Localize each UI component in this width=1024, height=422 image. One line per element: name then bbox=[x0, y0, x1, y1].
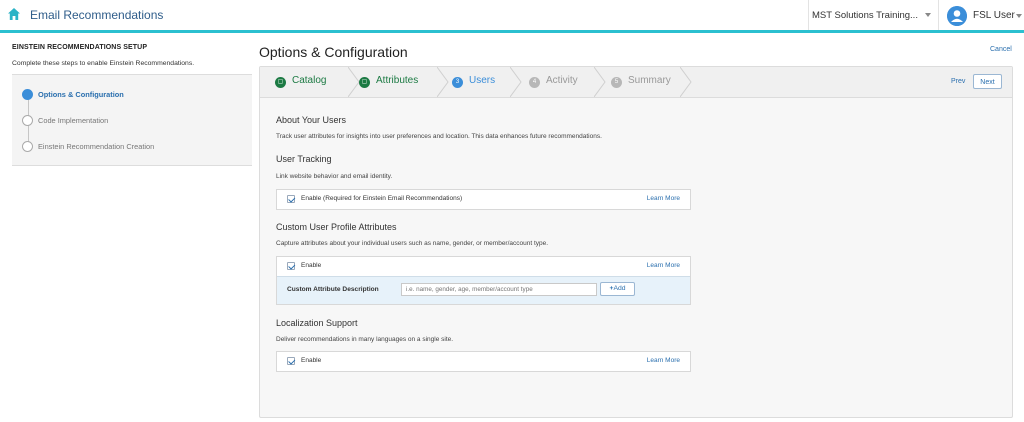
tracking-card: Enable (Required for Einstein Email Reco… bbox=[276, 189, 691, 210]
chevron-down-icon bbox=[1016, 14, 1022, 18]
top-bar: Email Recommendations MST Solutions Trai… bbox=[0, 0, 1024, 33]
user-name: FSL User bbox=[973, 10, 1015, 21]
org-name: MST Solutions Training... bbox=[812, 10, 918, 21]
learn-more-link[interactable]: Learn More bbox=[647, 357, 680, 364]
custom-attributes-enable-checkbox[interactable] bbox=[287, 262, 295, 270]
tracking-heading: User Tracking bbox=[276, 154, 332, 164]
tracking-enable-checkbox[interactable] bbox=[287, 195, 295, 203]
org-selector[interactable]: MST Solutions Training... bbox=[808, 0, 937, 30]
localization-enable-row: Enable Learn More bbox=[277, 352, 690, 371]
chevron-right-icon bbox=[437, 67, 449, 97]
step-number: 3 bbox=[452, 77, 463, 88]
step-number: 5 bbox=[611, 77, 622, 88]
about-description: Track user attributes for insights into … bbox=[276, 133, 602, 140]
add-button-label: Add bbox=[613, 285, 626, 292]
localization-description: Deliver recommendations in many language… bbox=[276, 336, 454, 343]
wizard-step-label: Attributes bbox=[376, 75, 419, 86]
checkbox-label: Enable bbox=[301, 262, 322, 269]
chevron-right-icon bbox=[680, 67, 692, 97]
wizard-step-label: Summary bbox=[628, 75, 671, 86]
prev-button[interactable]: Prev bbox=[951, 78, 965, 85]
check-icon: ▢ bbox=[275, 77, 286, 88]
sidebar-step-einstein[interactable]: Einstein Recommendation Creation bbox=[22, 141, 247, 155]
custom-attributes-enable-row: Enable Learn More bbox=[277, 257, 690, 276]
localization-card: Enable Learn More bbox=[276, 351, 691, 372]
custom-attributes-card: Enable Learn More Custom Attribute Descr… bbox=[276, 256, 691, 305]
learn-more-link[interactable]: Learn More bbox=[647, 262, 680, 269]
sidebar-subtitle: Complete these steps to enable Einstein … bbox=[12, 60, 195, 67]
app-title[interactable]: Email Recommendations bbox=[30, 8, 163, 22]
tracking-enable-row: Enable (Required for Einstein Email Reco… bbox=[277, 190, 690, 209]
home-icon[interactable] bbox=[7, 7, 21, 21]
wizard-bar: ▢ Catalog ▢ Attributes 3 Users 4 Activit… bbox=[260, 67, 1012, 98]
custom-attribute-input[interactable] bbox=[401, 283, 597, 296]
localization-enable-checkbox[interactable] bbox=[287, 357, 295, 365]
avatar bbox=[947, 6, 967, 26]
custom-attributes-description: Capture attributes about your individual… bbox=[276, 240, 549, 247]
add-attribute-button[interactable]: +Add bbox=[600, 282, 635, 296]
sidebar-step-label: Options & Configuration bbox=[38, 90, 124, 99]
sidebar-step-label: Code Implementation bbox=[38, 116, 109, 125]
sidebar-title: EINSTEIN RECOMMENDATIONS SETUP bbox=[12, 44, 148, 51]
sidebar-step-label: Einstein Recommendation Creation bbox=[38, 142, 155, 151]
step-indicator-icon bbox=[22, 115, 33, 126]
localization-heading: Localization Support bbox=[276, 318, 358, 328]
setup-steps: Options & Configuration Code Implementat… bbox=[12, 74, 252, 166]
tracking-description: Link website behavior and email identity… bbox=[276, 173, 393, 180]
step-number: 4 bbox=[529, 77, 540, 88]
custom-attribute-row: Custom Attribute Description +Add bbox=[277, 276, 690, 304]
learn-more-link[interactable]: Learn More bbox=[647, 195, 680, 202]
next-button[interactable]: Next bbox=[973, 74, 1002, 89]
check-icon: ▢ bbox=[359, 77, 370, 88]
wizard-step-label: Users bbox=[469, 75, 496, 86]
sidebar-step-options[interactable]: Options & Configuration bbox=[22, 89, 247, 103]
custom-attributes-heading: Custom User Profile Attributes bbox=[276, 222, 397, 232]
custom-attribute-label: Custom Attribute Description bbox=[287, 286, 379, 293]
sidebar-step-code[interactable]: Code Implementation bbox=[22, 115, 247, 129]
config-panel: ▢ Catalog ▢ Attributes 3 Users 4 Activit… bbox=[259, 66, 1013, 418]
checkbox-label: Enable bbox=[301, 357, 322, 364]
wizard-step-label: Activity bbox=[546, 75, 578, 86]
wizard-step-label: Catalog bbox=[292, 75, 327, 86]
chevron-down-icon bbox=[925, 13, 931, 17]
user-menu[interactable]: FSL User bbox=[938, 0, 1024, 30]
checkbox-label: Enable (Required for Einstein Email Reco… bbox=[301, 195, 463, 202]
chevron-right-icon bbox=[594, 67, 606, 97]
cancel-link[interactable]: Cancel bbox=[990, 46, 1012, 53]
chevron-right-icon bbox=[510, 67, 522, 97]
about-heading: About Your Users bbox=[276, 115, 347, 125]
step-indicator-icon bbox=[22, 141, 33, 152]
page-title: Options & Configuration bbox=[259, 44, 408, 60]
step-indicator-icon bbox=[22, 89, 33, 100]
